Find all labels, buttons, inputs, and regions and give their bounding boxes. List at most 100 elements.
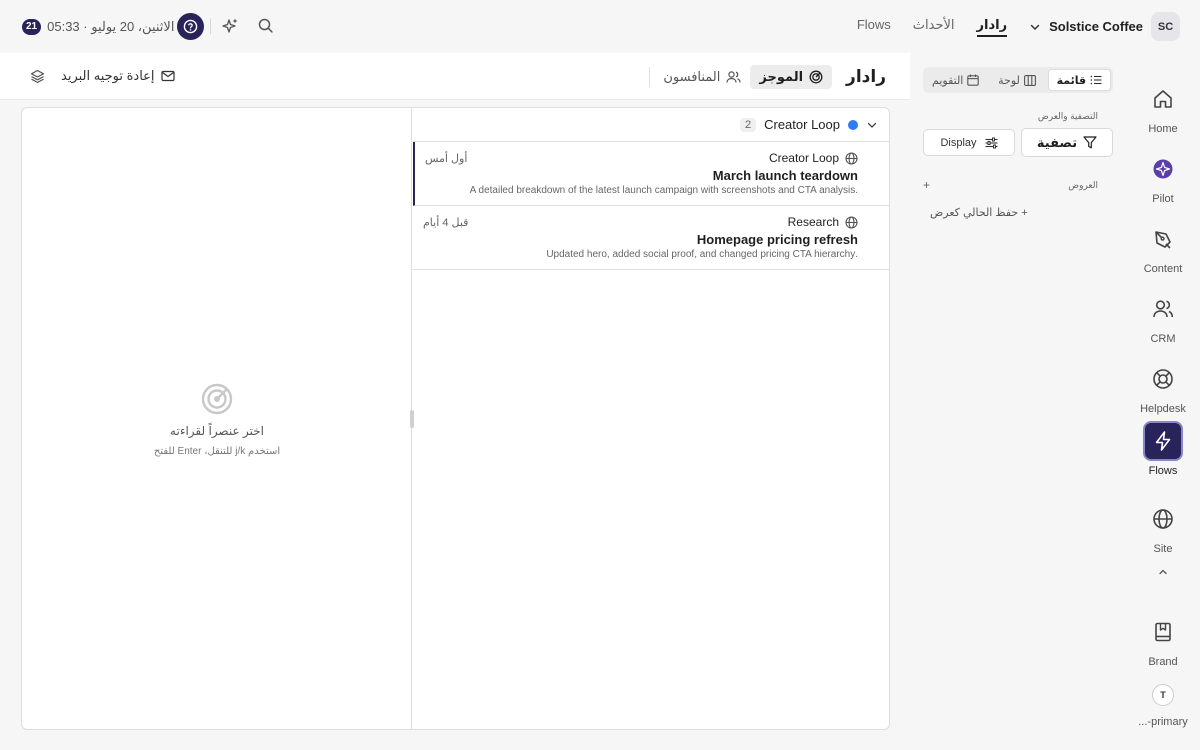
sliders-icon (985, 137, 998, 149)
users-icon (1143, 289, 1183, 329)
help-button[interactable] (177, 13, 204, 40)
tab-briefing[interactable]: الموجز (750, 65, 833, 89)
feed-item[interactable]: Creator Loop أول أمس March launch teardo… (413, 142, 889, 206)
reader-empty-hint: استخدم j/k للتنقل، Enter للفتح (153, 446, 281, 457)
rail-item-label: Site (1153, 543, 1173, 555)
search-icon (258, 18, 273, 33)
filter-button-label: تصفية (1036, 134, 1078, 150)
item-source: Creator Loop (769, 151, 858, 165)
list-icon (1090, 75, 1102, 85)
globe-icon (845, 215, 858, 229)
page-header: رادار الموجز المنافسون إعادة توجيه البري… (0, 53, 910, 100)
rail-item-crm[interactable]: CRM (1126, 289, 1200, 345)
layers-icon[interactable] (30, 69, 45, 84)
radar-icon (200, 382, 234, 416)
rail-item-label: Home (1148, 123, 1178, 135)
filter-icon (1083, 136, 1097, 149)
reader-pane: اختر عنصراً لقراءته استخدم j/k للتنقل، E… (22, 108, 412, 729)
rail-item-home[interactable]: Home (1126, 79, 1200, 135)
help-icon (183, 19, 198, 34)
top-nav-radar[interactable]: رادار (976, 17, 1008, 37)
item-title: Homepage pricing refresh (696, 232, 858, 247)
top-bar: 21 الاثنين، 20 يوليو · 05:33 SC Solstice… (0, 0, 1200, 53)
workspace-avatar[interactable]: SC (1151, 12, 1180, 41)
mail-icon (160, 70, 175, 82)
calendar-icon (967, 74, 980, 86)
tab-briefing-label: الموجز (759, 69, 804, 84)
item-time: أول أمس (425, 153, 468, 165)
save-current-view-button[interactable]: + حفظ الحالي كعرض (930, 206, 1028, 219)
tab-competitors[interactable]: المنافسون (654, 65, 750, 89)
page-title: رادار (846, 67, 886, 86)
view-mode-board-label: لوحة (998, 74, 1020, 87)
chevron-up-icon (1159, 569, 1167, 575)
rail-item-pilot[interactable]: Pilot (1126, 149, 1200, 205)
search-button[interactable] (257, 17, 275, 35)
rail-item-label: Pilot (1152, 193, 1174, 205)
item-description: .Updated hero, added social proof, and c… (546, 249, 858, 260)
rail-item-site[interactable]: Site (1126, 499, 1200, 555)
user-label: ...-primary (1138, 716, 1188, 728)
rail-item-label: Helpdesk (1140, 403, 1186, 415)
mail-forward-label: إعادة توجيه البريد (61, 68, 155, 83)
chevron-down-icon[interactable] (866, 119, 878, 131)
display-button-label: Display (940, 136, 977, 149)
top-right-group: SC Solstice Coffee رادار الأحداث Flows (835, 12, 1180, 41)
view-mode-calendar-label: التقويم (932, 74, 964, 87)
group-name: Creator Loop (764, 117, 840, 132)
feed-item[interactable]: Research قبل 4 أيام Homepage pricing ref… (413, 206, 889, 270)
view-mode-switcher: قائمة لوحة التقويم (923, 67, 1113, 93)
view-mode-list-label: قائمة (1056, 74, 1087, 87)
reader-empty-title: اختر عنصراً لقراءته (170, 424, 264, 438)
rail-item-helpdesk[interactable]: Helpdesk (1126, 359, 1200, 415)
filter-button[interactable]: تصفية (1021, 128, 1113, 157)
pilot-icon (1143, 149, 1183, 189)
views-section-label: العروض (1068, 180, 1098, 190)
display-button[interactable]: Display (923, 129, 1015, 156)
date-time-group: 21 الاثنين، 20 يوليو · 05:33 (22, 13, 174, 40)
item-title: March launch teardown (712, 168, 858, 183)
divider (210, 18, 211, 34)
notification-badge[interactable]: 21 (22, 18, 42, 35)
view-mode-calendar[interactable]: التقويم (925, 69, 986, 91)
group-color-dot (848, 119, 858, 130)
item-description: .A detailed breakdown of the latest laun… (469, 185, 858, 196)
add-view-button[interactable]: + (923, 178, 930, 192)
lifebuoy-icon (1143, 359, 1183, 399)
chevron-down-icon[interactable] (1029, 21, 1041, 33)
top-nav-events[interactable]: الأحداث (913, 17, 955, 37)
rail-collapse-button[interactable] (1126, 566, 1200, 578)
rail-item-brand[interactable]: Brand (1126, 612, 1200, 668)
item-time: قبل 4 أيام (423, 217, 469, 229)
filter-section-label: التصفية والعرض (1037, 111, 1098, 121)
sparkle-icon (222, 18, 238, 33)
view-mode-list[interactable]: قائمة (1047, 69, 1111, 91)
rail-item-label: Content (1143, 263, 1183, 275)
feed-group-header[interactable]: Creator Loop 2 (413, 108, 889, 142)
rail-item-label: CRM (1150, 333, 1176, 345)
rail-item-label: Brand (1148, 656, 1178, 668)
radar-icon (809, 70, 823, 84)
pen-icon (1143, 219, 1183, 259)
date-time-text: الاثنين، 20 يوليو · 05:33 (47, 18, 175, 34)
item-source-label: Research (787, 215, 839, 229)
book-icon (1143, 612, 1183, 652)
divider (649, 67, 651, 87)
user-avatar: T (1152, 684, 1174, 706)
item-source: Research (788, 215, 858, 229)
feed-list: Creator Loop 2 Creator Loop أول أمس Marc… (413, 108, 889, 729)
rail-user[interactable]: T ...-primary (1126, 684, 1200, 728)
ai-sparkle-button[interactable] (221, 17, 239, 35)
users-icon (726, 70, 741, 84)
rail-item-content[interactable]: Content (1126, 219, 1200, 275)
reader-empty-state: اختر عنصراً لقراءته استخدم j/k للتنقل، E… (22, 382, 412, 457)
top-nav: رادار الأحداث Flows (835, 17, 1008, 37)
workspace-name[interactable]: Solstice Coffee (1049, 19, 1143, 34)
rail-item-flows[interactable]: Flows (1126, 421, 1200, 477)
view-mode-board[interactable]: لوحة (986, 69, 1047, 91)
home-icon (1143, 79, 1183, 119)
mail-forward-button[interactable]: إعادة توجيه البريد (61, 68, 175, 84)
group-count: 2 (739, 117, 757, 132)
header-title-tabs: رادار الموجز المنافسون (645, 65, 886, 89)
top-nav-flows[interactable]: Flows (857, 17, 891, 37)
